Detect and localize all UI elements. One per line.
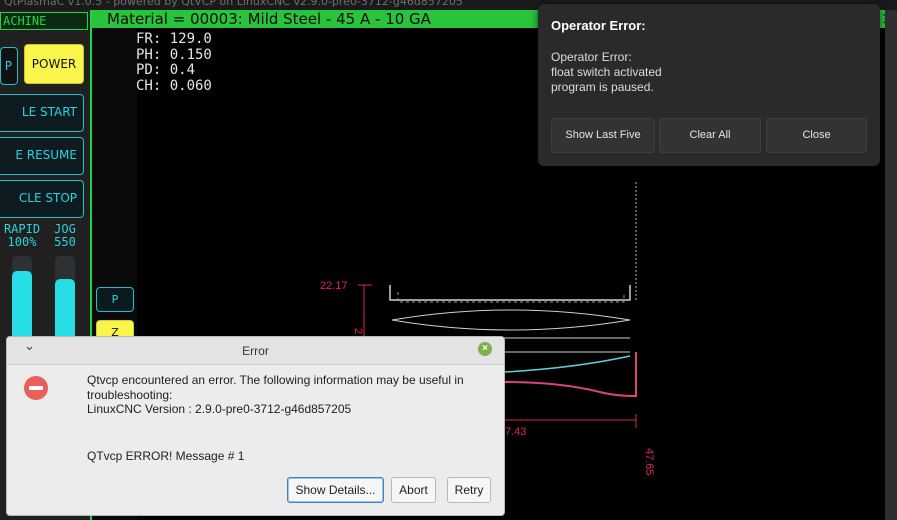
part-outline-top — [389, 285, 631, 301]
error-icon — [24, 376, 48, 400]
machine-header: ACHINE — [0, 12, 88, 30]
cycle-resume-button[interactable]: E RESUME — [0, 137, 84, 175]
operator-popup-line: program is paused. — [551, 80, 654, 94]
abort-button[interactable]: Abort — [391, 477, 436, 503]
retry-button[interactable]: Retry — [447, 477, 491, 503]
readout-ch: CH: 0.060 — [136, 77, 212, 94]
rapid-value: 100% — [7, 235, 37, 249]
clear-all-button[interactable]: Clear All — [659, 118, 761, 153]
parameter-readout: FR: 129.0 PH: 0.150 PD: 0.4 CH: 0.060 — [136, 31, 212, 94]
close-icon[interactable]: × — [478, 342, 492, 356]
window-title: QtPlasmaC v1.0.5 - powered by QtVCP on L… — [4, 0, 463, 8]
right-dimension-label: 47.65 — [643, 448, 655, 476]
operator-popup-title: Operator Error: — [551, 18, 646, 33]
cycle-stop-button[interactable]: CLE STOP — [0, 180, 84, 218]
close-button[interactable]: Close — [766, 118, 867, 153]
show-last-five-button[interactable]: Show Last Five — [551, 118, 655, 153]
error-line: Qtvcp encountered an error. The followin… — [87, 373, 464, 387]
error-message: Qtvcp encountered an error. The followin… — [87, 373, 497, 417]
height-dimension-label: 22.17 — [320, 280, 348, 292]
material-label: Material = 00003: Mild Steel - 45 A - 10… — [107, 10, 431, 28]
estop-button[interactable]: P — [0, 47, 18, 85]
operator-error-popup: Operator Error: Operator Error: float sw… — [538, 4, 880, 166]
toolpath-magenta — [504, 352, 637, 398]
operator-popup-line: Operator Error: — [551, 50, 632, 64]
error-dialog-title: Error — [242, 344, 269, 358]
width-dimension-label: 7.43 — [505, 426, 526, 438]
error-dialog: ⌄ Error × Qtvcp encountered an error. Th… — [6, 336, 505, 516]
readout-ph: PH: 0.150 — [136, 46, 212, 63]
show-details-button[interactable]: Show Details... — [287, 477, 384, 503]
right-edge-panel — [885, 10, 897, 520]
operator-popup-body: Operator Error: float switch activated p… — [551, 50, 662, 95]
readout-pd: PD: 0.4 — [136, 62, 196, 78]
error-line: LinuxCNC Version : 2.9.0-pre0-3712-g46d8… — [87, 402, 352, 416]
part-lens — [391, 309, 631, 331]
jog-value: 550 — [54, 235, 76, 249]
operator-popup-line: float switch activated — [551, 65, 662, 79]
power-button[interactable]: POWER — [24, 44, 84, 84]
side-dimension-label: 2 — [352, 328, 364, 334]
part-inner-top — [397, 292, 625, 303]
readout-fr: FR: 129.0 — [136, 31, 212, 47]
error-dialog-titlebar: ⌄ Error × — [7, 337, 504, 365]
toolpath-cyan — [504, 355, 631, 373]
p-button[interactable]: P — [96, 287, 134, 312]
error-line: troubleshooting: — [87, 387, 173, 402]
cycle-start-button[interactable]: LE START — [0, 94, 84, 132]
error-detail-message: QTvcp ERROR! Message # 1 — [87, 449, 245, 463]
